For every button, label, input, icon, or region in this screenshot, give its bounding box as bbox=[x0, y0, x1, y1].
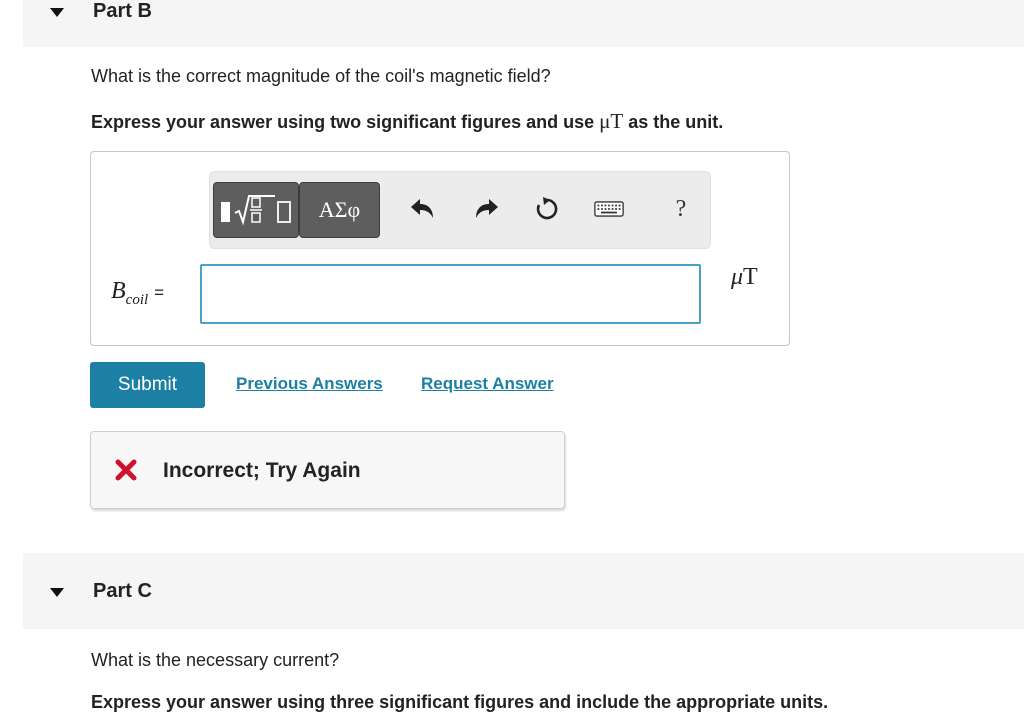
feedback-text: Incorrect; Try Again bbox=[163, 459, 361, 482]
part-c-instruction: Express your answer using three signific… bbox=[91, 692, 829, 712]
collapse-triangle-icon[interactable] bbox=[50, 588, 64, 597]
variable-subscript: coil bbox=[125, 291, 149, 308]
error-x-icon bbox=[115, 459, 137, 481]
greek-letters-button[interactable]: ΑΣφ bbox=[299, 182, 380, 238]
unit-prefix: μ bbox=[731, 264, 744, 290]
templates-button[interactable] bbox=[213, 182, 299, 238]
part-b-question: What is the correct magnitude of the coi… bbox=[91, 66, 551, 86]
variable-base: B bbox=[111, 278, 126, 304]
templates-icon bbox=[221, 195, 291, 226]
math-toolbar: ΑΣφ ? bbox=[209, 171, 711, 249]
instruction-prefix: Express your answer using two significan… bbox=[91, 112, 600, 132]
feedback-box: Incorrect; Try Again bbox=[90, 431, 565, 509]
undo-icon[interactable] bbox=[407, 194, 437, 224]
request-answer-link[interactable]: Request Answer bbox=[421, 374, 554, 394]
part-c-title: Part C bbox=[93, 580, 152, 602]
unit-symbol: T bbox=[743, 264, 758, 290]
part-b-title: Part B bbox=[93, 0, 152, 22]
part-c-header[interactable]: Part C bbox=[23, 553, 1024, 629]
instruction-suffix: as the unit. bbox=[623, 112, 724, 132]
collapse-triangle-icon[interactable] bbox=[50, 8, 64, 17]
equals-sign: = bbox=[154, 283, 165, 302]
answer-box: ΑΣφ ? Bcoil = μT bbox=[90, 151, 790, 346]
keyboard-icon[interactable] bbox=[594, 194, 624, 224]
instruction-unit: μT bbox=[599, 109, 624, 133]
answer-input[interactable] bbox=[200, 264, 701, 324]
part-b-header[interactable]: Part B bbox=[23, 0, 1024, 47]
part-c-question: What is the necessary current? bbox=[91, 650, 340, 670]
variable-label: Bcoil = bbox=[111, 278, 164, 309]
part-b-instruction: Express your answer using two significan… bbox=[91, 109, 723, 134]
redo-icon[interactable] bbox=[472, 194, 502, 224]
reset-icon[interactable] bbox=[532, 194, 562, 224]
submit-button[interactable]: Submit bbox=[90, 362, 205, 408]
unit-label: μT bbox=[731, 264, 758, 291]
help-icon[interactable]: ? bbox=[666, 194, 696, 224]
previous-answers-link[interactable]: Previous Answers bbox=[236, 374, 383, 394]
